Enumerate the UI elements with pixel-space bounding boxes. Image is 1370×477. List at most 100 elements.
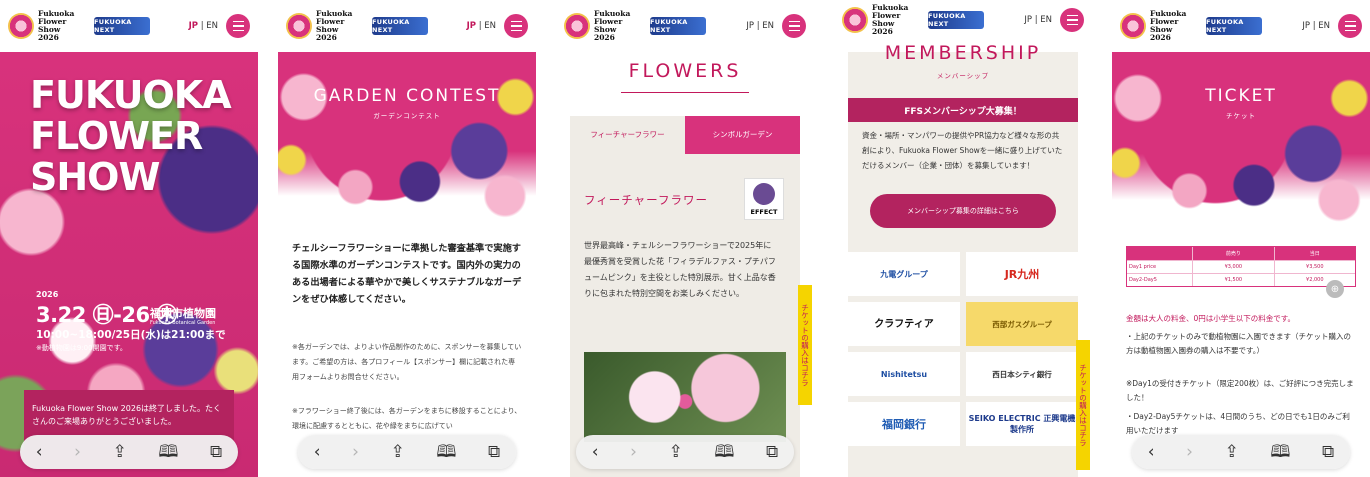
back-button[interactable]: ‹ bbox=[592, 443, 599, 461]
table-cell: ¥3,500 bbox=[1273, 261, 1355, 273]
forward-button[interactable]: › bbox=[1186, 443, 1193, 461]
membership-description: 資金・場所・マンパワーの提供やPR協力など様々な形の共創により、Fukuoka … bbox=[862, 131, 1063, 170]
flowers-tabs: フィーチャーフラワー シンボルガーデン bbox=[570, 116, 800, 154]
share-icon[interactable]: ⇪ bbox=[113, 443, 127, 461]
garden-description: チェルシーフラワーショーに準拠した審査基準で実施する国際水準のガーデンコンテスト… bbox=[292, 243, 522, 305]
feature-flower-description: 世界最高峰・チェルシーフラワーショーで2025年に最優秀賞を受賞した花「フィラデ… bbox=[584, 241, 776, 298]
bookmarks-icon[interactable]: 🕮 bbox=[436, 443, 456, 461]
fukuoka-next-logo: FUKUOKA NEXT bbox=[94, 17, 150, 35]
fukuoka-next-logo: FUKUOKA NEXT bbox=[650, 17, 706, 35]
phone-screen-garden: Fukuoka Flower Show 2026 FUKUOKA NEXT JP |… bbox=[278, 0, 536, 477]
hero-venue: 福岡市植物園 bbox=[150, 307, 216, 320]
section-subtitle: ガーデンコンテスト bbox=[373, 112, 441, 120]
sponsor-logo[interactable]: JR九州 bbox=[966, 252, 1078, 296]
flower-show-logo-icon[interactable] bbox=[8, 13, 34, 39]
section-subtitle: メンバーシップ bbox=[936, 72, 990, 80]
tabs-icon[interactable]: ⧉ bbox=[488, 443, 500, 461]
forward-button[interactable]: › bbox=[352, 443, 359, 461]
menu-button[interactable] bbox=[1338, 14, 1362, 38]
language-switch[interactable]: JP | EN bbox=[1302, 21, 1330, 31]
fukuoka-next-logo: FUKUOKA NEXT bbox=[928, 11, 984, 29]
membership-recruit-heading: FFSメンバーシップ大募集！ bbox=[848, 98, 1078, 122]
menu-button[interactable] bbox=[226, 14, 250, 38]
table-row: Day1 price ¥3,000 ¥3,500 bbox=[1127, 260, 1355, 273]
tabs-icon[interactable]: ⧉ bbox=[210, 443, 222, 461]
flower-photo bbox=[584, 352, 786, 442]
flower-show-logo-icon[interactable] bbox=[286, 13, 312, 39]
tabs-icon[interactable]: ⧉ bbox=[766, 443, 778, 461]
site-header: Fukuoka Flower Show 2026 FUKUOKA NEXT JP |… bbox=[1112, 0, 1370, 52]
ticket-price-note: 金額は大人の料金、0円は小学生以下の料金です。 bbox=[1126, 314, 1296, 323]
phone-screen-flowers: Fukuoka Flower Show 2026 FUKUOKA NEXT JP |… bbox=[556, 0, 814, 477]
language-switch[interactable]: JP | EN bbox=[746, 21, 774, 31]
sponsor-logo[interactable]: クラフティア bbox=[848, 302, 960, 346]
fukuoka-next-logo: FUKUOKA NEXT bbox=[1206, 17, 1262, 35]
tabs-icon[interactable]: ⧉ bbox=[1322, 443, 1334, 461]
zoom-icon[interactable]: ⊕ bbox=[1326, 280, 1344, 298]
section-title: FLOWERS bbox=[628, 60, 742, 82]
sponsor-logo[interactable]: SEIKO ELECTRIC 正興電機製作所 bbox=[966, 402, 1078, 446]
share-icon[interactable]: ⇪ bbox=[669, 443, 683, 461]
site-header: Fukuoka Flower Show 2026 FUKUOKA NEXT JP |… bbox=[556, 0, 814, 52]
browser-toolbar: ‹ › ⇪ 🕮 ⧉ bbox=[298, 435, 516, 469]
share-icon[interactable]: ⇪ bbox=[391, 443, 405, 461]
forward-button[interactable]: › bbox=[630, 443, 637, 461]
sponsor-logo[interactable]: 西日本シティ銀行 bbox=[966, 352, 1078, 396]
back-button[interactable]: ‹ bbox=[36, 443, 43, 461]
ticket-price-table: 前売り 当日 Day1 price ¥3,000 ¥3,500 Day2-Day… bbox=[1126, 246, 1356, 287]
language-switch[interactable]: JP | EN bbox=[467, 21, 496, 31]
ticket-purchase-banner[interactable]: チケットの購入はコチラ bbox=[798, 285, 812, 405]
sponsor-logo[interactable]: 福岡銀行 bbox=[848, 402, 960, 446]
sponsor-logo[interactable]: 西部ガスグループ bbox=[966, 302, 1078, 346]
back-button[interactable]: ‹ bbox=[314, 443, 321, 461]
ticket-note-days: ・Day2-Day5チケットは、4日間のうち、どの日でも1日のみご利用いただけま… bbox=[1126, 412, 1350, 435]
table-cell: ¥3,000 bbox=[1192, 261, 1273, 273]
menu-button[interactable] bbox=[1060, 8, 1084, 32]
hero-title: FUKUOKA FLOWER SHOW bbox=[30, 73, 232, 199]
menu-button[interactable] bbox=[504, 14, 528, 38]
table-header-cell: 前売り bbox=[1192, 247, 1273, 260]
site-logo-text[interactable]: Fukuoka Flower Show 2026 bbox=[38, 10, 90, 42]
hero-hours: 10:00~18:00/25日(水)は21:00まで bbox=[36, 329, 226, 341]
ticket-note-entry: ・上記のチケットのみで動植物園に入園できます（チケット購入の方は動植物園入園券の… bbox=[1126, 332, 1351, 355]
forward-button[interactable]: › bbox=[74, 443, 81, 461]
phone-screen-home: Fukuoka Flower Show 2026 FUKUOKA NEXT JP |… bbox=[0, 0, 258, 477]
bookmarks-icon[interactable]: 🕮 bbox=[158, 443, 178, 461]
sponsor-grid: 九電グループ JR九州 クラフティア 西部ガスグループ Nishitetsu 西… bbox=[848, 252, 1078, 446]
share-icon[interactable]: ⇪ bbox=[1225, 443, 1239, 461]
flower-show-logo-icon[interactable] bbox=[564, 13, 590, 39]
menu-button[interactable] bbox=[782, 14, 806, 38]
site-logo-text[interactable]: Fukuoka Flower Show 2026 bbox=[316, 10, 368, 42]
section-subtitle: チケット bbox=[1226, 112, 1256, 120]
garden-visual bbox=[278, 52, 536, 232]
tab-feature-flower[interactable]: フィーチャーフラワー bbox=[570, 116, 685, 154]
site-logo-text[interactable]: Fukuoka Flower Show 2026 bbox=[1150, 10, 1202, 42]
ticket-visual bbox=[1112, 52, 1370, 237]
site-header: Fukuoka Flower Show 2026 FUKUOKA NEXT JP |… bbox=[834, 0, 1092, 40]
section-title: MEMBERSHIP bbox=[884, 42, 1042, 64]
table-cell: Day2-Day5 bbox=[1129, 277, 1157, 283]
ticket-purchase-banner[interactable]: チケットの購入はコチラ bbox=[1076, 340, 1090, 470]
language-switch[interactable]: JP | EN bbox=[189, 21, 218, 31]
table-header-cell: 当日 bbox=[1273, 247, 1355, 260]
bookmarks-icon[interactable]: 🕮 bbox=[1270, 443, 1290, 461]
section-title: TICKET bbox=[1205, 86, 1277, 106]
bookmarks-icon[interactable]: 🕮 bbox=[714, 443, 734, 461]
sponsor-logo[interactable]: 九電グループ bbox=[848, 252, 960, 296]
membership-details-button[interactable]: メンバーシップ募集の詳細はこちら bbox=[870, 194, 1056, 228]
flower-show-logo-icon[interactable] bbox=[842, 7, 868, 33]
tab-symbol-garden[interactable]: シンボルガーデン bbox=[685, 116, 800, 154]
language-switch[interactable]: JP | EN bbox=[1024, 15, 1052, 25]
flower-show-logo-icon[interactable] bbox=[1120, 13, 1146, 39]
table-row: Day2-Day5 ¥1,500 ¥2,000 bbox=[1127, 273, 1355, 286]
back-button[interactable]: ‹ bbox=[1148, 443, 1155, 461]
sponsor-logo[interactable]: Nishitetsu bbox=[848, 352, 960, 396]
site-logo-text[interactable]: Fukuoka Flower Show 2026 bbox=[594, 10, 646, 42]
hero-venue-en: Fukuoka Botanical Garden bbox=[150, 320, 216, 326]
browser-toolbar: ‹ › ⇪ 🕮 ⧉ bbox=[576, 435, 794, 469]
site-header: Fukuoka Flower Show 2026 FUKUOKA NEXT JP |… bbox=[0, 0, 258, 52]
feature-flower-heading: フィーチャーフラワー bbox=[584, 193, 708, 207]
hero-note: ※動植物園は9:00開園です。 bbox=[36, 344, 127, 352]
browser-toolbar: ‹ › ⇪ 🕮 ⧉ bbox=[1132, 435, 1350, 469]
site-logo-text[interactable]: Fukuoka Flower Show 2026 bbox=[872, 4, 924, 36]
